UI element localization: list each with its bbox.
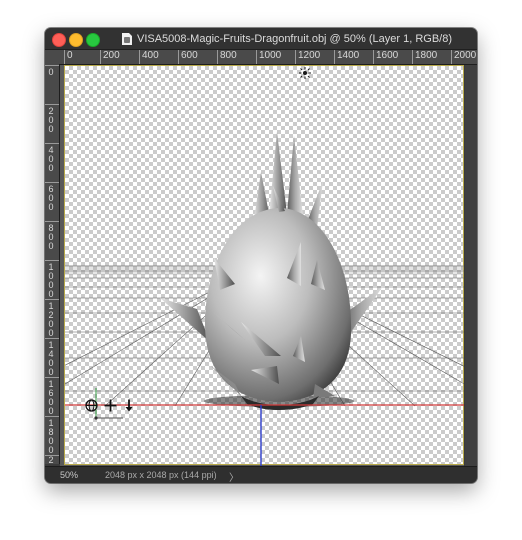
ruler-label: 400	[142, 50, 159, 61]
ruler-tick	[412, 50, 413, 64]
title-group: VISA5008-Magic-Fruits-Dragonfruit.obj @ …	[105, 30, 469, 48]
ruler-tick	[45, 299, 59, 300]
ruler-tick	[45, 104, 59, 105]
ruler-label: 1600	[376, 50, 399, 61]
ruler-tick	[295, 50, 296, 64]
title-bar[interactable]: VISA5008-Magic-Fruits-Dragonfruit.obj @ …	[45, 28, 477, 50]
ruler-label: 800	[48, 223, 54, 251]
document-window: VISA5008-Magic-Fruits-Dragonfruit.obj @ …	[45, 28, 477, 483]
ruler-tick	[451, 50, 452, 64]
ruler-label: 1000	[259, 50, 282, 61]
ruler-label: 800	[220, 50, 237, 61]
pan-3d-icon[interactable]	[102, 397, 118, 413]
vertical-scrollbar[interactable]	[465, 65, 477, 466]
light-source-icon[interactable]	[298, 66, 312, 80]
ruler-tick	[45, 377, 59, 378]
canvas-area[interactable]	[60, 65, 464, 466]
ruler-label: 1800	[415, 50, 438, 61]
zoom-window-button[interactable]	[86, 33, 100, 47]
ruler-label: 200	[48, 106, 54, 134]
ruler-tick	[45, 338, 59, 339]
horizontal-ruler[interactable]: 0 200 400 600 800 1000 1200 1400 1600 18…	[59, 50, 477, 65]
ruler-tick	[45, 260, 59, 261]
ruler-label: 200	[103, 50, 120, 61]
ruler-label: 1800	[48, 418, 54, 455]
zoom-level[interactable]: 50%	[60, 470, 78, 480]
ruler-label: 600	[48, 184, 54, 212]
document-info: 2048 px x 2048 px (144 ppi)	[105, 470, 217, 480]
ruler-label: 0	[67, 50, 73, 61]
ruler-label: 2000	[454, 50, 477, 61]
document-proxy-icon[interactable]	[121, 33, 132, 45]
ruler-label: 1200	[298, 50, 321, 61]
ruler-tick	[373, 50, 374, 64]
ruler-label: 1600	[48, 379, 54, 416]
status-info-menu-button[interactable]: 〉	[229, 469, 239, 483]
ruler-tick	[45, 416, 59, 417]
ruler-origin[interactable]	[45, 50, 60, 65]
ruler-label: 1000	[48, 262, 54, 299]
ruler-label: 400	[48, 145, 54, 173]
ruler-tick	[178, 50, 179, 64]
ruler-label: 1400	[48, 340, 54, 377]
ruler-tick	[139, 50, 140, 64]
gizmo-origin	[94, 416, 98, 420]
ruler-tick	[45, 65, 59, 66]
close-window-button[interactable]	[52, 33, 66, 47]
ruler-label: 0	[48, 67, 54, 77]
ruler-tick	[256, 50, 257, 64]
ruler-tick	[334, 50, 335, 64]
fruit-body	[205, 208, 352, 402]
fruit-spike	[287, 136, 303, 216]
ruler-tick	[64, 50, 65, 64]
ruler-tick	[217, 50, 218, 64]
orbit-3d-icon[interactable]	[83, 397, 99, 413]
ruler-label: 1200	[48, 301, 54, 338]
ruler-tick	[45, 182, 59, 183]
document-canvas[interactable]	[64, 65, 464, 466]
ruler-label: 600	[181, 50, 198, 61]
ruler-tick	[45, 221, 59, 222]
window-title: VISA5008-Magic-Fruits-Dragonfruit.obj @ …	[136, 33, 452, 45]
status-bar: 50% 2048 px x 2048 px (144 ppi) 〉	[45, 466, 477, 483]
ruler-label: 2	[48, 455, 54, 465]
ruler-label: 1400	[337, 50, 360, 61]
slide-3d-icon[interactable]	[121, 397, 137, 413]
ruler-tick	[45, 143, 59, 144]
ruler-tick	[100, 50, 101, 64]
minimize-window-button[interactable]	[69, 33, 83, 47]
vertical-ruler[interactable]: 0 200 400 600 800 1000 1200 1400 1600 18…	[45, 64, 60, 465]
